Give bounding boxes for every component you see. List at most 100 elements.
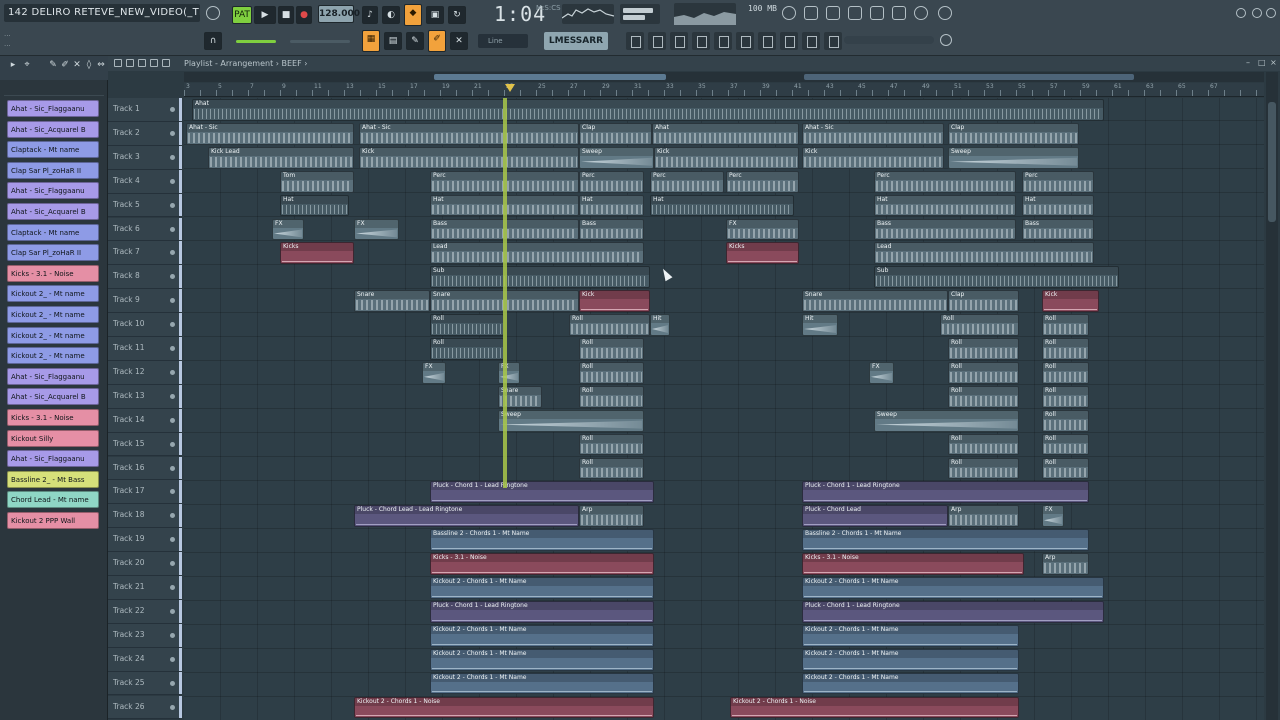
piano-roll-view-icon[interactable] [714,32,732,50]
playlist-clip[interactable]: Kickout 2 - Chords 1 - Mt Name [430,648,654,671]
track-mute-icon[interactable] [170,656,175,662]
timeline-ruler[interactable]: 3 5 7 9 11 13 15 17 19 21 23 25 27 29 31 33 35 37 39 41 43 45… [184,83,1264,97]
pat-mode-button[interactable]: PAT [232,6,252,24]
playlist-clip[interactable]: Bass [1022,218,1094,241]
playlist-clip[interactable]: Lead [430,242,644,265]
playlist-clip[interactable]: Roll [579,338,644,360]
track-header[interactable]: Track 19 [108,528,182,553]
countdown-button[interactable]: ◆ [404,4,422,26]
playlist-clip[interactable]: Roll [948,361,1019,384]
playlist-clip[interactable]: Pluck - Chord 1 - Lead Ringtone [430,600,654,623]
playlist-clip[interactable]: Roll [430,338,504,360]
playlist-clip[interactable]: Ahat - Sic [802,122,944,145]
paint-tool-button[interactable]: ✐ [428,30,446,52]
playlist-clip[interactable]: Sub [430,266,650,289]
playlist-clip[interactable]: Arp [579,505,644,528]
track-header[interactable]: Track 23 [108,623,182,648]
sync-icon[interactable] [782,6,796,20]
playlist-clip[interactable]: Kicks [726,242,799,265]
track-header[interactable]: Track 26 [108,695,182,720]
playlist-clip[interactable]: Snare [802,290,948,313]
playlist-clip[interactable]: Arp [948,505,1019,528]
track-mute-icon[interactable] [170,250,175,256]
playlist-clip[interactable]: Kickout 2 - Chords 1 - Mt Name [430,672,654,695]
playlist-clip[interactable]: Kicks - 3.1 - Noise [802,553,1024,575]
master-pitch-slider[interactable] [236,40,276,43]
picker-clip-item[interactable]: Ahat - Sic_Acquarel B [7,388,99,406]
playlist-clip[interactable]: Roll [1042,385,1089,408]
delete-tool-button[interactable]: ✕ [450,32,468,50]
track-mute-icon[interactable] [170,322,175,328]
picker-clip-item[interactable]: Ahat - Sic_Acquarel B [7,202,99,220]
playlist-clip[interactable]: FX [869,361,894,384]
track-header[interactable]: Track 10 [108,313,182,337]
picker-clip-item[interactable]: Kickout 2_ - Mt name [7,326,99,344]
plugin-view-icon[interactable] [780,32,798,50]
select-tool-icon[interactable] [114,59,122,67]
playlist-clip[interactable]: Sweep [579,146,654,169]
pin-icon[interactable]: ⌖ [22,60,32,70]
playlist-clip[interactable]: Snare [354,290,430,313]
playlist-clip[interactable]: Pluck - Chord 1 - Lead Ringtone [802,481,1089,504]
add-pattern-icon[interactable] [648,32,666,50]
master-volume-slider[interactable] [290,40,350,43]
playlist-clip[interactable]: Perc [1022,170,1094,193]
track-mute-icon[interactable] [170,107,175,112]
playlist-clip[interactable]: Pluck - Chord 1 - Lead Ringtone [802,600,1104,623]
track-header[interactable]: Track 3 [108,145,182,170]
playlist-clip[interactable]: Kickout 2 - Chords 1 - Mt Name [802,624,1019,647]
playlist-clip[interactable]: Bass [874,218,1016,241]
playlist-clip[interactable]: Arp [1042,553,1089,575]
network-icon[interactable] [940,34,952,46]
track-header[interactable]: Track 2 [108,121,182,146]
pencil-tool-icon[interactable]: ✎ [48,60,58,70]
overview-window-thumb[interactable] [434,74,666,80]
playlist-clip[interactable]: FX [726,218,799,241]
playlist-view-icon[interactable] [758,32,776,50]
channel-rack-icon[interactable] [892,6,906,20]
track-header[interactable]: Track 22 [108,599,182,624]
playlist-clip[interactable]: Sub [874,266,1119,289]
picker-clip-item[interactable]: Ahat - Sic_Flaggaanu [7,100,99,117]
stop-button[interactable]: ■ [278,6,294,24]
touch-keyboard-icon[interactable] [802,32,820,50]
track-header[interactable]: Track 8 [108,265,182,290]
playlist-breadcrumb[interactable]: Playlist - Arrangement › BEEF › [184,56,307,71]
playlist-clip[interactable]: Hat [650,194,794,217]
mixer-icon[interactable] [804,6,818,20]
microphone-icon[interactable] [826,6,840,20]
track-header[interactable]: Track 25 [108,671,182,696]
playlist-clip[interactable]: Hat [280,194,349,217]
track-mute-icon[interactable] [170,417,175,423]
track-header[interactable]: Track 6 [108,217,182,242]
playlist-clip[interactable]: Roll [1042,314,1089,336]
picker-clip-item[interactable]: Ahat - Sic_Flaggaanu [7,450,99,468]
playlist-clip[interactable]: Hat [1022,194,1094,217]
playlist-clip[interactable]: Clap [948,290,1019,313]
playhead-marker[interactable] [505,84,515,92]
playlist-clip[interactable]: Roll [1042,409,1089,432]
playlist-clip[interactable]: Perc [874,170,1016,193]
track-mute-icon[interactable] [170,632,175,638]
vertical-scroll-thumb[interactable] [1268,102,1276,222]
playlist-clip[interactable]: Sweep [948,146,1079,169]
track-header[interactable]: Track 17 [108,480,182,505]
playlist-clip[interactable]: Roll [579,433,644,456]
playlist-clip[interactable]: Kickout 2 - Chords 1 - Mt Name [802,648,1019,671]
playlist-clip[interactable]: Bassline 2 - Chords 1 - Mt Name [430,529,654,552]
playlist-clip[interactable]: Roll [569,314,650,336]
playlist-clip[interactable]: Perc [726,170,799,193]
step-edit-button[interactable]: ▣ [426,6,444,24]
picker-tabs[interactable] [4,82,104,96]
picker-clip-item[interactable]: Ahat - Sic_Acquarel B [7,120,99,138]
master-volume-knob-icon[interactable] [206,6,220,20]
track-mute-icon[interactable] [170,608,175,614]
slice-tool-icon[interactable] [150,59,158,67]
picker-clip-item[interactable]: Kickout 2 PPP Wall [7,511,99,529]
playlist-vertical-scrollbar[interactable] [1266,72,1278,720]
zoom-tool-icon[interactable] [126,59,134,67]
browser-view-icon[interactable] [736,32,754,50]
track-mute-icon[interactable] [170,561,175,567]
pattern-selector[interactable]: LMESSARR [544,32,608,50]
playlist-clip[interactable]: FX [498,361,520,384]
